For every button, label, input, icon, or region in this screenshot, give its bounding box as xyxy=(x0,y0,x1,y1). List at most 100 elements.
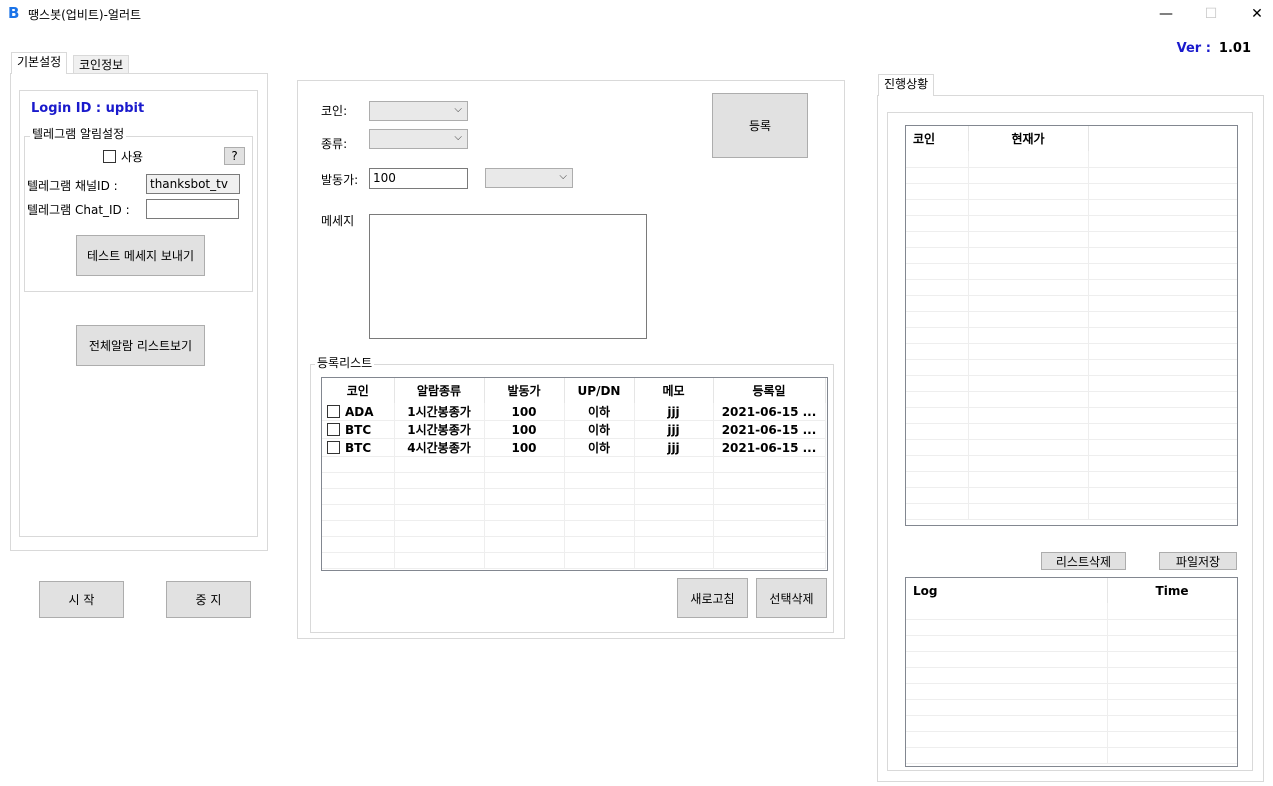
chevron-down-icon: ⌵ xyxy=(559,171,567,182)
cell-memo: jjj xyxy=(634,438,714,457)
cell-up-dn: 이하 xyxy=(564,420,635,439)
cell-reg-date: 2021-06-15 ... xyxy=(713,438,826,457)
empty-row xyxy=(906,715,1237,732)
col-header-trigger-price[interactable]: 발동가 xyxy=(484,378,565,403)
empty-row xyxy=(906,747,1237,764)
list-delete-button[interactable]: 리스트삭제 xyxy=(1041,552,1126,570)
col-header-coin[interactable]: 코인 xyxy=(322,378,395,403)
type-label: 종류: xyxy=(321,137,348,151)
empty-row xyxy=(322,456,826,473)
col-header-log[interactable]: Log xyxy=(906,578,1108,603)
use-label: 사용 xyxy=(121,150,144,164)
cell-alarm-type: 1시간봉종가 xyxy=(394,420,485,439)
price-grid: 코인 현재가 xyxy=(905,125,1238,526)
telegram-group-title: 텔레그램 알림설정 xyxy=(30,127,127,141)
log-grid: Log Time xyxy=(905,577,1238,767)
minimize-button[interactable]: — xyxy=(1143,0,1189,28)
type-select[interactable]: ⌵ xyxy=(369,129,468,149)
col-header-reg-date[interactable]: 등록일 xyxy=(713,378,826,403)
app-logo-icon: B xyxy=(8,4,20,22)
use-checkbox[interactable] xyxy=(103,150,116,163)
coin-label: 코인: xyxy=(321,104,348,118)
tab-progress[interactable]: 진행상황 xyxy=(878,74,935,96)
table-row[interactable]: BTC 4시간봉종가 100 이하 jjj 2021-06-15 ... xyxy=(322,438,826,457)
chevron-down-icon: ⌵ xyxy=(454,104,462,115)
empty-row xyxy=(906,455,1237,472)
row-checkbox[interactable] xyxy=(327,422,340,436)
message-textarea[interactable] xyxy=(369,214,647,339)
cell-trigger-price: 100 xyxy=(484,403,565,421)
trigger-price-field[interactable]: 100 xyxy=(369,168,468,189)
tab-coin-info[interactable]: 코인정보 xyxy=(73,55,130,75)
send-test-message-button[interactable]: 테스트 메세지 보내기 xyxy=(76,235,205,276)
row-checkbox[interactable] xyxy=(327,404,340,418)
empty-row xyxy=(322,488,826,505)
table-row[interactable]: ADA 1시간봉종가 100 이하 jjj 2021-06-15 ... xyxy=(322,403,826,421)
coin-select[interactable]: ⌵ xyxy=(369,101,468,121)
help-button[interactable]: ? xyxy=(224,147,245,165)
chat-id-field[interactable] xyxy=(146,199,239,219)
empty-row xyxy=(906,343,1237,360)
col-header-time[interactable]: Time xyxy=(1107,578,1237,603)
empty-row xyxy=(906,359,1237,376)
stop-button[interactable]: 중 지 xyxy=(166,581,251,618)
message-label: 메세지 xyxy=(321,214,355,228)
start-button[interactable]: 시 작 xyxy=(39,581,124,618)
empty-row xyxy=(906,151,1237,168)
trigger-price-label: 발동가: xyxy=(321,173,359,187)
empty-row xyxy=(906,487,1237,504)
empty-row xyxy=(322,552,826,569)
empty-row xyxy=(906,731,1237,748)
view-all-alarms-button[interactable]: 전체알람 리스트보기 xyxy=(76,325,205,366)
register-button[interactable]: 등록 xyxy=(712,93,808,158)
table-row[interactable]: BTC 1시간봉종가 100 이하 jjj 2021-06-15 ... xyxy=(322,420,826,439)
window-title: 땡스봇(업비트)-얼러트 xyxy=(28,8,142,22)
chevron-down-icon: ⌵ xyxy=(454,132,462,143)
empty-row xyxy=(906,327,1237,344)
col-header-coin[interactable]: 코인 xyxy=(906,126,969,151)
cell-coin: BTC xyxy=(345,440,372,455)
empty-row xyxy=(906,651,1237,668)
delete-selected-button[interactable]: 선택삭제 xyxy=(756,578,827,618)
cell-alarm-type: 1시간봉종가 xyxy=(394,403,485,421)
empty-row xyxy=(906,391,1237,408)
empty-row xyxy=(906,439,1237,456)
chat-id-label: 텔레그램 Chat_ID : xyxy=(27,203,130,217)
col-header-up-dn[interactable]: UP/DN xyxy=(564,378,635,403)
empty-row xyxy=(906,683,1237,700)
empty-row xyxy=(906,635,1237,652)
empty-row xyxy=(906,215,1237,232)
tab-basic-settings[interactable]: 기본설정 xyxy=(11,52,68,74)
empty-row xyxy=(322,536,826,553)
empty-row xyxy=(322,472,826,489)
empty-row xyxy=(906,503,1237,520)
cell-memo: jjj xyxy=(634,420,714,439)
col-header-memo[interactable]: 메모 xyxy=(634,378,714,403)
maximize-button[interactable]: ☐ xyxy=(1188,0,1234,28)
refresh-button[interactable]: 새로고침 xyxy=(677,578,748,618)
direction-select[interactable]: ⌵ xyxy=(485,168,573,188)
empty-row xyxy=(906,471,1237,488)
empty-row xyxy=(906,603,1237,620)
row-checkbox[interactable] xyxy=(327,440,340,454)
empty-row xyxy=(906,183,1237,200)
file-save-button[interactable]: 파일저장 xyxy=(1159,552,1237,570)
version-display: Ver : 1.01 xyxy=(1177,41,1251,56)
empty-row xyxy=(906,279,1237,296)
col-header-blank xyxy=(1088,126,1237,151)
empty-row xyxy=(322,520,826,537)
cell-reg-date: 2021-06-15 ... xyxy=(713,403,826,421)
version-label: Ver : xyxy=(1176,41,1211,56)
empty-row xyxy=(906,263,1237,280)
close-button[interactable]: ✕ xyxy=(1234,0,1273,28)
cell-up-dn: 이하 xyxy=(564,438,635,457)
empty-row xyxy=(906,699,1237,716)
cell-memo: jjj xyxy=(634,403,714,421)
col-header-alarm-type[interactable]: 알람종류 xyxy=(394,378,485,403)
login-id-label: Login ID : upbit xyxy=(31,101,145,116)
empty-row xyxy=(906,167,1237,184)
channel-id-field[interactable]: thanksbot_tv xyxy=(146,174,240,194)
registered-list-grid: 코인 알람종류 발동가 UP/DN 메모 등록일 ADA 1시간봉종가 100 … xyxy=(321,377,828,571)
version-number: 1.01 xyxy=(1218,41,1251,56)
col-header-current-price[interactable]: 현재가 xyxy=(968,126,1089,151)
